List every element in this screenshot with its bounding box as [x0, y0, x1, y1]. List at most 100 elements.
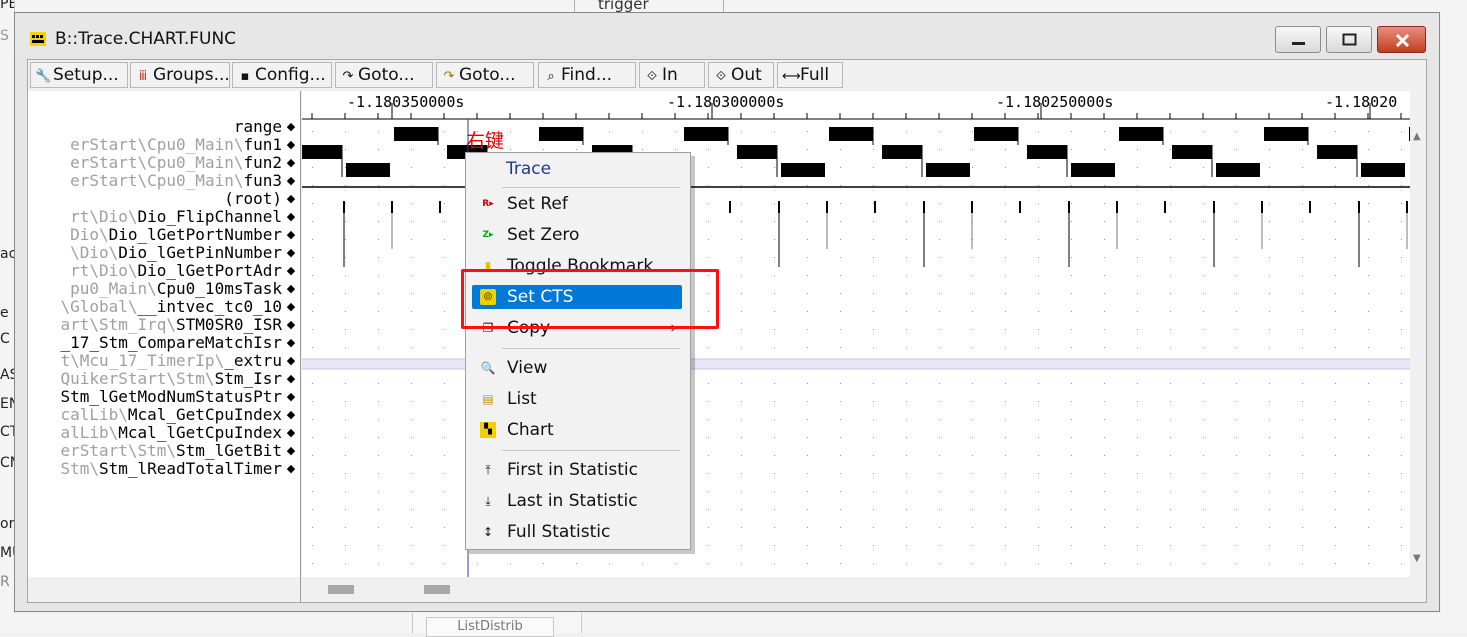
- minimize-button[interactable]: [1275, 26, 1321, 53]
- expand-marker-icon[interactable]: ◆: [283, 443, 299, 459]
- expand-marker-icon[interactable]: ◆: [283, 389, 299, 405]
- grid-dot: [477, 563, 478, 564]
- expand-marker-icon[interactable]: ◆: [283, 245, 299, 261]
- grid-dot: [1335, 419, 1336, 420]
- expand-marker-icon[interactable]: ◆: [283, 371, 299, 387]
- menu-item-list[interactable]: ▤ List: [472, 387, 682, 411]
- vertical-scrollbar[interactable]: ▲ ▼: [1410, 121, 1426, 577]
- name-pane-scrollbar[interactable]: [28, 577, 301, 602]
- grid-dot: [1005, 347, 1006, 348]
- function-row[interactable]: erStart\Cpu0_Main\fun1: [28, 136, 282, 154]
- expand-marker-icon[interactable]: ◆: [283, 335, 299, 351]
- grid-dot: [1368, 149, 1369, 150]
- expand-marker-icon[interactable]: ◆: [283, 461, 299, 477]
- grid-dot: [1368, 437, 1369, 438]
- expand-marker-icon[interactable]: ◆: [283, 317, 299, 333]
- dio-mark: [1019, 201, 1021, 213]
- grid-dot: [873, 347, 874, 348]
- expand-marker-icon[interactable]: ◆: [283, 173, 299, 189]
- expand-marker-icon[interactable]: ◆: [283, 209, 299, 225]
- function-row[interactable]: t\Mcu_17_TimerIp\_extru: [28, 352, 282, 370]
- scroll-thumb[interactable]: [424, 585, 450, 594]
- horizontal-scrollbar[interactable]: [302, 577, 1410, 602]
- grid-dot: [939, 221, 940, 222]
- function-row[interactable]: erStart\Cpu0_Main\fun3: [28, 172, 282, 190]
- function-row[interactable]: alLib\Mcal_lGetCpuIndex: [28, 424, 282, 442]
- function-row[interactable]: Stm_lGetModNumStatusPtr: [28, 388, 282, 406]
- grid-dot: [1269, 149, 1270, 150]
- menu-item-last-in-statistic[interactable]: ⤓ Last in Statistic: [472, 489, 682, 513]
- expand-marker-icon[interactable]: ◆: [283, 227, 299, 243]
- dio-mark: [729, 201, 731, 213]
- grid-dot: [840, 293, 841, 294]
- menu-item-first-in-statistic[interactable]: ⤒ First in Statistic: [472, 458, 682, 482]
- function-row[interactable]: \Global\__intvec_tc0_10: [28, 298, 282, 316]
- grid-dot: [1335, 239, 1336, 240]
- expand-marker-icon[interactable]: ◆: [283, 281, 299, 297]
- menu-item-set-zero[interactable]: Z▸ Set Zero: [472, 223, 682, 247]
- expand-marker-icon[interactable]: ◆: [283, 155, 299, 171]
- goto-button-2[interactable]: ↷ Goto...: [436, 62, 534, 88]
- function-row[interactable]: (root): [28, 190, 282, 208]
- function-row[interactable]: erStart\Cpu0_Main\fun2: [28, 154, 282, 172]
- menu-item-full-statistic[interactable]: ↕ Full Statistic: [472, 520, 682, 544]
- expand-marker-icon[interactable]: ◆: [283, 425, 299, 441]
- zoom-out-button[interactable]: ⟐ Out: [708, 62, 774, 88]
- grid-dot: [378, 491, 379, 492]
- function-row[interactable]: rt\Dio\Dio_FlipChannel: [28, 208, 282, 226]
- find-button[interactable]: ⌕ Find...: [538, 62, 636, 88]
- zoom-full-button[interactable]: ⟷Full: [777, 62, 843, 88]
- function-row[interactable]: Stm\Stm_lReadTotalTimer: [28, 460, 282, 478]
- expand-marker-icon[interactable]: ◆: [283, 137, 299, 153]
- function-row[interactable]: _17_Stm_CompareMatchIsr: [28, 334, 282, 352]
- grid-dot: [1236, 275, 1237, 276]
- close-button[interactable]: [1377, 26, 1426, 53]
- expand-marker-icon[interactable]: ◆: [283, 119, 299, 135]
- grid-dot: [906, 455, 907, 456]
- menu-item-set-ref[interactable]: R▸ Set Ref: [472, 192, 682, 216]
- function-row[interactable]: Dio\Dio_lGetPortNumber: [28, 226, 282, 244]
- expand-marker-icon[interactable]: ◆: [283, 299, 299, 315]
- grid-dot: [741, 203, 742, 204]
- grid-dot: [1170, 455, 1171, 456]
- menu-item-view[interactable]: 🔍 View: [472, 356, 682, 380]
- function-name: Stm_lGetModNumStatusPtr: [60, 388, 282, 406]
- grid-dot: [939, 293, 940, 294]
- function-path: \Global\: [60, 298, 138, 316]
- grid-dot: [411, 383, 412, 384]
- function-row[interactable]: \Dio\Dio_lGetPinNumber: [28, 244, 282, 262]
- grid-dot: [1137, 185, 1138, 186]
- scroll-thumb[interactable]: [328, 585, 354, 594]
- expand-marker-icon[interactable]: ◆: [283, 407, 299, 423]
- function-row[interactable]: pu0_Main\Cpu0_10msTask: [28, 280, 282, 298]
- groups-button[interactable]: ⅲ Groups...: [130, 62, 230, 88]
- function-row[interactable]: rt\Dio\Dio_lGetPortAdr: [28, 262, 282, 280]
- scroll-up-icon[interactable]: ▲: [1413, 131, 1421, 142]
- grid-dot: [1104, 293, 1105, 294]
- list-distrib-button[interactable]: ListDistrib: [426, 617, 554, 637]
- grid-dot: [708, 347, 709, 348]
- setup-button[interactable]: 🔧 Setup...: [30, 62, 128, 88]
- scroll-down-icon[interactable]: ▼: [1413, 553, 1421, 564]
- grid-dot: [345, 131, 346, 132]
- goto-button[interactable]: ↷ Goto...: [335, 62, 433, 88]
- grid-dot: [939, 383, 940, 384]
- grid-dot: [1401, 383, 1402, 384]
- function-row[interactable]: calLib\Mcal_GetCpuIndex: [28, 406, 282, 424]
- maximize-button[interactable]: [1326, 26, 1372, 53]
- expand-marker-icon[interactable]: ◆: [283, 353, 299, 369]
- expand-marker-icon[interactable]: ◆: [283, 263, 299, 279]
- title-bar[interactable]: B::Trace.CHART.FUNC: [15, 13, 1439, 55]
- menu-item-chart[interactable]: ▚ Chart: [472, 418, 682, 442]
- grid-dot: [1170, 131, 1171, 132]
- config-button[interactable]: ▪ Config...: [232, 62, 332, 88]
- function-row[interactable]: erStart\Stm\Stm_lGetBit: [28, 442, 282, 460]
- zoom-in-button[interactable]: ⟐ In: [639, 62, 705, 88]
- function-row[interactable]: QuikerStart\Stm\Stm_Isr: [28, 370, 282, 388]
- grid-dot: [1302, 347, 1303, 348]
- grid-dot: [378, 275, 379, 276]
- grid-dot: [1269, 437, 1270, 438]
- function-row[interactable]: art\Stm_Irq\STM0SR0_ISR: [28, 316, 282, 334]
- grid-dot: [1236, 257, 1237, 258]
- expand-marker-icon[interactable]: ◆: [283, 191, 299, 207]
